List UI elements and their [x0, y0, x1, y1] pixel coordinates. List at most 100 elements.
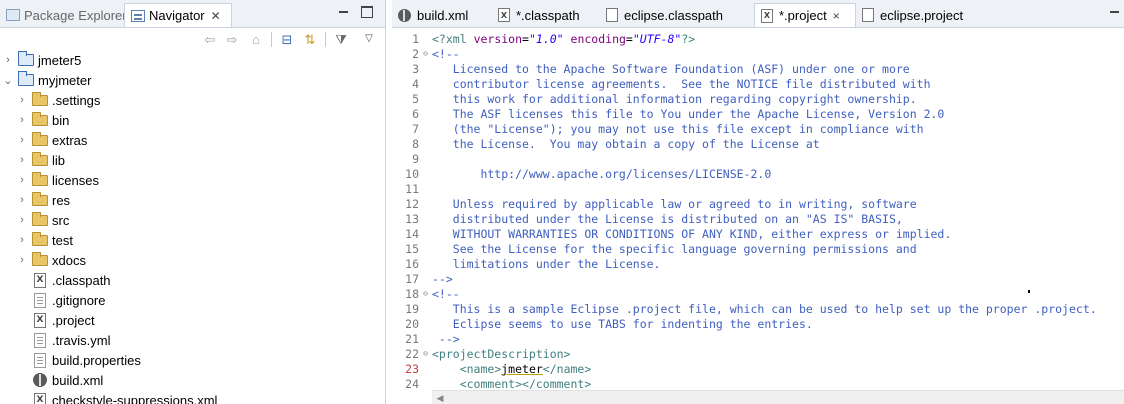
- tree-item-build-xml[interactable]: build.xml: [32, 370, 103, 390]
- close-icon[interactable]: ✕: [211, 9, 221, 23]
- tab-classpath[interactable]: X *.classpath: [492, 3, 586, 27]
- tree-item-myjmeter[interactable]: ⌄ myjmeter: [2, 70, 91, 90]
- tree-item-res[interactable]: › res: [16, 190, 70, 210]
- minimize-icon[interactable]: [1109, 6, 1121, 18]
- chevron-right-icon[interactable]: ›: [16, 210, 28, 230]
- tree-item-checkstyle[interactable]: X checkstyle-suppressions.xml: [32, 390, 217, 404]
- code-line[interactable]: 21 -->: [392, 331, 1124, 346]
- tree-item-xdocs[interactable]: › xdocs: [16, 250, 86, 270]
- code-token: WITHOUT WARRANTIES OR CONDITIONS OF ANY …: [432, 226, 952, 241]
- tree-item-travis[interactable]: .travis.yml: [32, 330, 111, 350]
- tree-item-extras[interactable]: › extras: [16, 130, 87, 150]
- link-with-editor-icon[interactable]: ⇅: [302, 32, 318, 46]
- code-line[interactable]: 6 The ASF licenses this file to You unde…: [392, 106, 1124, 121]
- code-line[interactable]: 13 distributed under the License is dist…: [392, 211, 1124, 226]
- folder-icon: [32, 151, 48, 166]
- code-line[interactable]: 3 Licensed to the Apache Software Founda…: [392, 61, 1124, 76]
- tree-item-build-properties[interactable]: build.properties: [32, 350, 141, 370]
- code-token: <!--: [432, 286, 460, 301]
- tree-item-label: src: [52, 212, 70, 228]
- tab-eclipse-project[interactable]: eclipse.project: [856, 3, 969, 27]
- code-line[interactable]: 1 <? xml version = "1.0" encoding = "UTF-8" ?>: [392, 31, 1124, 46]
- home-icon[interactable]: ⌂: [248, 32, 264, 46]
- filter-icon[interactable]: ⧩: [333, 32, 349, 46]
- chevron-down-icon[interactable]: ⌄: [2, 70, 14, 90]
- tree-item-settings[interactable]: › .settings: [16, 90, 100, 110]
- chevron-right-icon[interactable]: ›: [16, 170, 28, 190]
- line-number: 9: [412, 151, 419, 166]
- fold-toggle-icon[interactable]: ⊖: [419, 289, 432, 298]
- chevron-right-icon[interactable]: ›: [16, 110, 28, 130]
- code-line[interactable]: 14 WITHOUT WARRANTIES OR CONDITIONS OF A…: [392, 226, 1124, 241]
- chevron-right-icon[interactable]: ›: [2, 50, 14, 70]
- chevron-right-icon[interactable]: ›: [16, 150, 28, 170]
- view-menu-icon[interactable]: ▽: [361, 32, 377, 46]
- tree-item-test[interactable]: › test: [16, 230, 73, 250]
- minimize-icon[interactable]: [338, 6, 350, 18]
- navigator-panel: Package Explorer Navigator ✕ ⇦ ⇨ ⌂ ⊟ ⇅ ⧩…: [0, 0, 386, 404]
- chevron-right-icon[interactable]: ›: [16, 130, 28, 150]
- code-token: <comment></comment>: [459, 376, 592, 391]
- code-line[interactable]: 19 This is a sample Eclipse .project fil…: [392, 301, 1124, 316]
- code-line[interactable]: 4 contributor license agreements. See th…: [392, 76, 1124, 91]
- chevron-right-icon[interactable]: ›: [16, 250, 28, 270]
- code-line[interactable]: 2 ⊖ <!--: [392, 46, 1124, 61]
- line-number: 3: [412, 61, 419, 76]
- folder-icon: [32, 191, 48, 206]
- fold-toggle-icon[interactable]: ⊖: [419, 49, 432, 58]
- forward-arrow-icon[interactable]: ⇨: [224, 32, 240, 46]
- line-number: 2: [412, 46, 419, 61]
- horizontal-scrollbar[interactable]: ◀: [432, 390, 1124, 404]
- fold-toggle-icon[interactable]: ⊖: [419, 349, 432, 358]
- chevron-right-icon[interactable]: ›: [16, 90, 28, 110]
- tree-item-project[interactable]: X .project: [32, 310, 95, 330]
- tree-item-lib[interactable]: › lib: [16, 150, 65, 170]
- tab-build-xml[interactable]: build.xml: [392, 3, 474, 27]
- scroll-left-icon[interactable]: ◀: [434, 392, 446, 404]
- collapse-all-icon[interactable]: ⊟: [279, 32, 295, 46]
- tree-item-src[interactable]: › src: [16, 210, 69, 230]
- code-line[interactable]: 7 (the "License"); you may not use this …: [392, 121, 1124, 136]
- code-line[interactable]: 18 ⊖ <!--: [392, 286, 1124, 301]
- code-line[interactable]: 22 ⊖ <projectDescription>: [392, 346, 1124, 361]
- code-line[interactable]: 10 http://www.apache.org/licenses/LICENS…: [392, 166, 1124, 181]
- tree-item-label: .travis.yml: [52, 332, 111, 348]
- close-icon[interactable]: ×: [833, 9, 840, 23]
- tree-item-gitignore[interactable]: .gitignore: [32, 290, 105, 310]
- tab-navigator[interactable]: Navigator ✕: [124, 3, 232, 27]
- code-text-area[interactable]: 1 <? xml version = "1.0" encoding = "UTF-8" ?> 2…: [392, 29, 1124, 391]
- tree-item-jmeter5[interactable]: › jmeter5: [2, 50, 81, 70]
- code-line[interactable]: 11: [392, 181, 1124, 196]
- code-token: See the License for the specific languag…: [432, 241, 917, 256]
- code-line[interactable]: 23 <name> jmeter </name>: [392, 361, 1124, 376]
- folder-icon: [32, 131, 48, 146]
- code-line[interactable]: 5 this work for additional information r…: [392, 91, 1124, 106]
- editor-tab-bar: build.xml X *.classpath eclipse.classpat…: [392, 0, 1124, 28]
- back-arrow-icon[interactable]: ⇦: [202, 32, 218, 46]
- code-line[interactable]: 24 <comment></comment>: [392, 376, 1124, 391]
- code-line[interactable]: 17 -->: [392, 271, 1124, 286]
- code-token: ?>: [681, 31, 696, 46]
- code-token: Unless required by applicable law or agr…: [432, 196, 917, 211]
- chevron-right-icon[interactable]: ›: [16, 190, 28, 210]
- tree-item-bin[interactable]: › bin: [16, 110, 69, 130]
- tab-package-explorer[interactable]: Package Explorer: [0, 3, 133, 27]
- tab-eclipse-classpath[interactable]: eclipse.classpath: [600, 3, 729, 27]
- code-line[interactable]: 12 Unless required by applicable law or …: [392, 196, 1124, 211]
- chevron-right-icon[interactable]: ›: [16, 230, 28, 250]
- tree-item-licenses[interactable]: › licenses: [16, 170, 99, 190]
- code-token: <name>: [459, 361, 502, 376]
- tree-item-classpath[interactable]: X .classpath: [32, 270, 111, 290]
- code-line[interactable]: 20 Eclipse seems to use TABS for indenti…: [392, 316, 1124, 331]
- code-line[interactable]: 9: [392, 151, 1124, 166]
- code-token: limitations under the License.: [432, 256, 661, 271]
- maximize-icon[interactable]: [361, 6, 373, 18]
- code-token: -->: [432, 331, 460, 346]
- code-line[interactable]: 16 limitations under the License.: [392, 256, 1124, 271]
- code-line[interactable]: 15 See the License for the specific lang…: [392, 241, 1124, 256]
- tab-project[interactable]: X *.project ×: [754, 3, 856, 27]
- tab-label: eclipse.classpath: [624, 7, 723, 23]
- code-line[interactable]: 8 the License. You may obtain a copy of …: [392, 136, 1124, 151]
